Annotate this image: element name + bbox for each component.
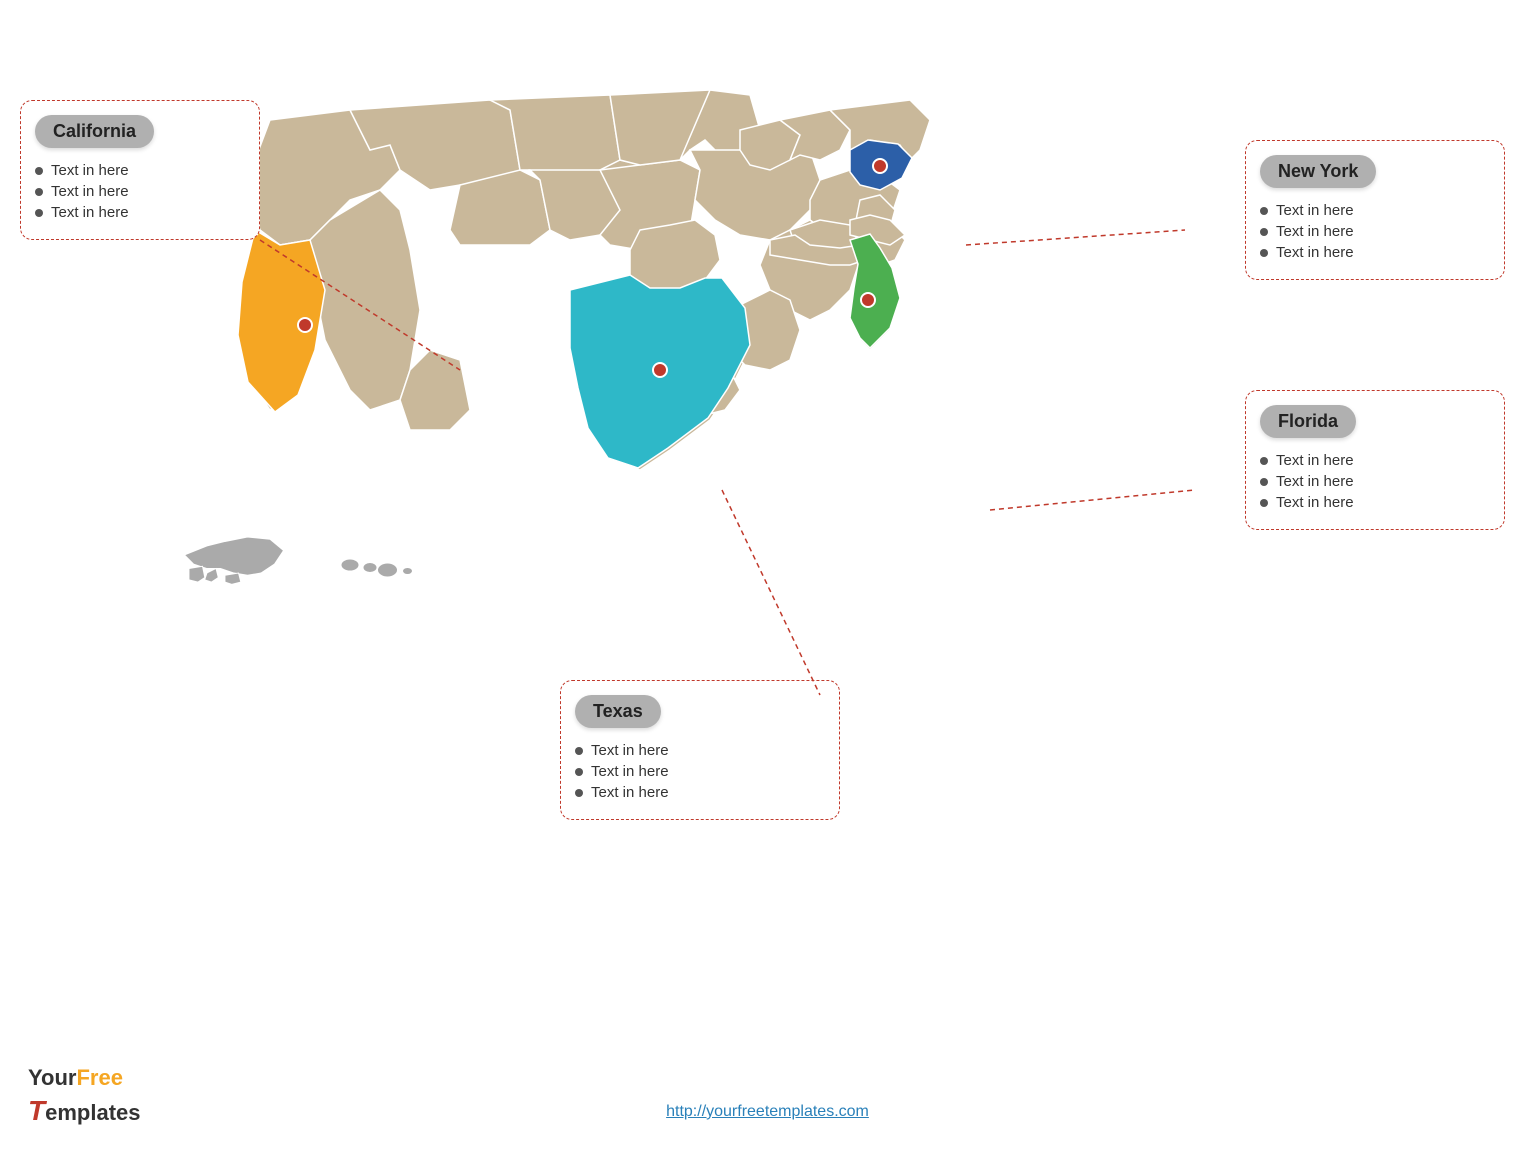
- florida-pin: [861, 293, 875, 307]
- texas-item-3: Text in here: [575, 784, 821, 801]
- footer: http://yourfreetemplates.com: [0, 1103, 1535, 1121]
- bullet-dot: [575, 747, 583, 755]
- bullet-dot: [1260, 457, 1268, 465]
- texas-item-1: Text in here: [575, 742, 821, 759]
- florida-item-2: Text in here: [1260, 473, 1486, 490]
- florida-item-1: Text in here: [1260, 452, 1486, 469]
- bullet-dot: [1260, 499, 1268, 507]
- newyork-title: New York: [1260, 155, 1376, 188]
- texas-item-2: Text in here: [575, 763, 821, 780]
- florida-title: Florida: [1260, 405, 1356, 438]
- california-pin: [298, 318, 312, 332]
- bullet-dot: [575, 789, 583, 797]
- map-area: [150, 80, 1050, 700]
- california-callout: California Text in here Text in here Tex…: [20, 100, 260, 240]
- texas-callout: Texas Text in here Text in here Text in …: [560, 680, 840, 820]
- newyork-pin: [873, 159, 887, 173]
- bullet-dot: [1260, 478, 1268, 486]
- california-title: California: [35, 115, 154, 148]
- newyork-callout: New York Text in here Text in here Text …: [1245, 140, 1505, 280]
- bullet-dot: [35, 209, 43, 217]
- texas-pin: [653, 363, 667, 377]
- newyork-item-3: Text in here: [1260, 244, 1486, 261]
- logo-your: Your: [28, 1065, 76, 1090]
- logo-free: Free: [76, 1065, 122, 1090]
- logo-t: T: [28, 1095, 45, 1126]
- bullet-dot: [1260, 207, 1268, 215]
- california-item-1: Text in here: [35, 162, 241, 179]
- logo: YourFree Templates: [28, 1064, 141, 1129]
- florida-item-3: Text in here: [1260, 494, 1486, 511]
- main-container: California Text in here Text in here Tex…: [0, 0, 1535, 1151]
- logo-templates: emplates: [45, 1100, 140, 1125]
- newyork-item-1: Text in here: [1260, 202, 1486, 219]
- footer-link[interactable]: http://yourfreetemplates.com: [666, 1103, 869, 1121]
- bullet-dot: [35, 167, 43, 175]
- florida-callout: Florida Text in here Text in here Text i…: [1245, 390, 1505, 530]
- bullet-dot: [1260, 228, 1268, 236]
- newyork-item-2: Text in here: [1260, 223, 1486, 240]
- california-item-3: Text in here: [35, 204, 241, 221]
- california-item-2: Text in here: [35, 183, 241, 200]
- texas-title: Texas: [575, 695, 661, 728]
- california-state: [238, 230, 325, 412]
- bullet-dot: [1260, 249, 1268, 257]
- usa-map-svg: [150, 80, 1050, 660]
- bullet-dot: [35, 188, 43, 196]
- bullet-dot: [575, 768, 583, 776]
